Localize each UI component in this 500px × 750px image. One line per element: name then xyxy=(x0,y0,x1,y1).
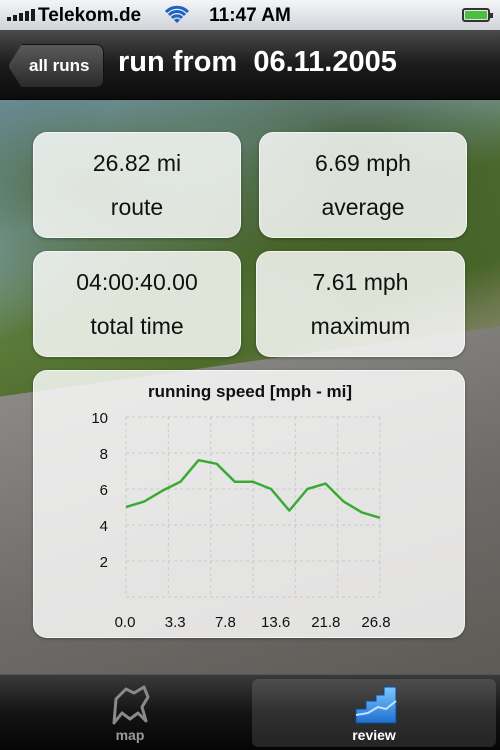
chart-title: running speed [mph - mi] xyxy=(148,382,352,401)
tab-map-label: map xyxy=(115,727,145,743)
total-time-stat-card: 04:00:40.00 total time xyxy=(33,251,241,357)
page-title: run from 06.11.2005 xyxy=(118,46,397,78)
battery-icon xyxy=(462,8,493,22)
chart-x-tick-label: 7.8 xyxy=(215,614,236,631)
maximum-label: maximum xyxy=(310,312,411,339)
tab-map[interactable]: map xyxy=(8,679,252,747)
chart-y-tick-label: 10 xyxy=(91,410,108,427)
chart-x-tick-label: 13.6 xyxy=(261,614,290,631)
chart-x-tick-label: 21.8 xyxy=(311,614,340,631)
route-value: 26.82 mi xyxy=(92,149,182,176)
chart-y-tick-label: 4 xyxy=(100,518,108,535)
navigation-bar: all runs run from 06.11.2005 xyxy=(0,30,500,100)
running-speed-chart-svg: running speed [mph - mi] 2 4 6 8 10 0.0 3.3 7.8… xyxy=(91,382,390,631)
chart-x-tick-label: 26.8 xyxy=(361,614,390,631)
wifi-icon xyxy=(165,5,189,23)
total-time-value: 04:00:40.00 xyxy=(76,268,198,295)
run-review-content: 26.82 mi route 6.69 mph average 04:00:40… xyxy=(0,100,500,674)
tab-review[interactable]: review xyxy=(252,679,496,747)
route-stat-card: 26.82 mi route xyxy=(33,132,241,238)
status-bar: Telekom.de 11:47 AM xyxy=(0,0,500,30)
clock: 11:47 AM xyxy=(209,5,291,26)
tab-bar: map review xyxy=(0,674,500,750)
maximum-stat-card: 7.61 mph maximum xyxy=(256,251,465,357)
chart-x-tick-label: 3.3 xyxy=(165,614,186,631)
running-speed-chart: running speed [mph - mi] 2 4 6 8 10 0.0 3.3 7.8… xyxy=(33,370,465,638)
average-label: average xyxy=(321,193,405,220)
tab-review-label: review xyxy=(352,727,396,743)
map-icon xyxy=(112,685,150,725)
chart-y-tick-label: 8 xyxy=(100,446,108,463)
carrier-name: Telekom.de xyxy=(38,5,142,26)
route-label: route xyxy=(110,193,164,220)
signal-strength-icon xyxy=(7,9,35,21)
review-icon xyxy=(355,686,397,724)
average-stat-card: 6.69 mph average xyxy=(259,132,467,238)
chart-y-tick-label: 2 xyxy=(100,554,108,571)
average-value: 6.69 mph xyxy=(315,149,411,176)
maximum-value: 7.61 mph xyxy=(312,268,409,295)
total-time-label: total time xyxy=(90,312,184,339)
chart-y-tick-label: 6 xyxy=(100,482,108,499)
all-runs-back-button[interactable]: all runs xyxy=(8,44,105,88)
chart-x-tick-label: 0.0 xyxy=(115,614,136,631)
